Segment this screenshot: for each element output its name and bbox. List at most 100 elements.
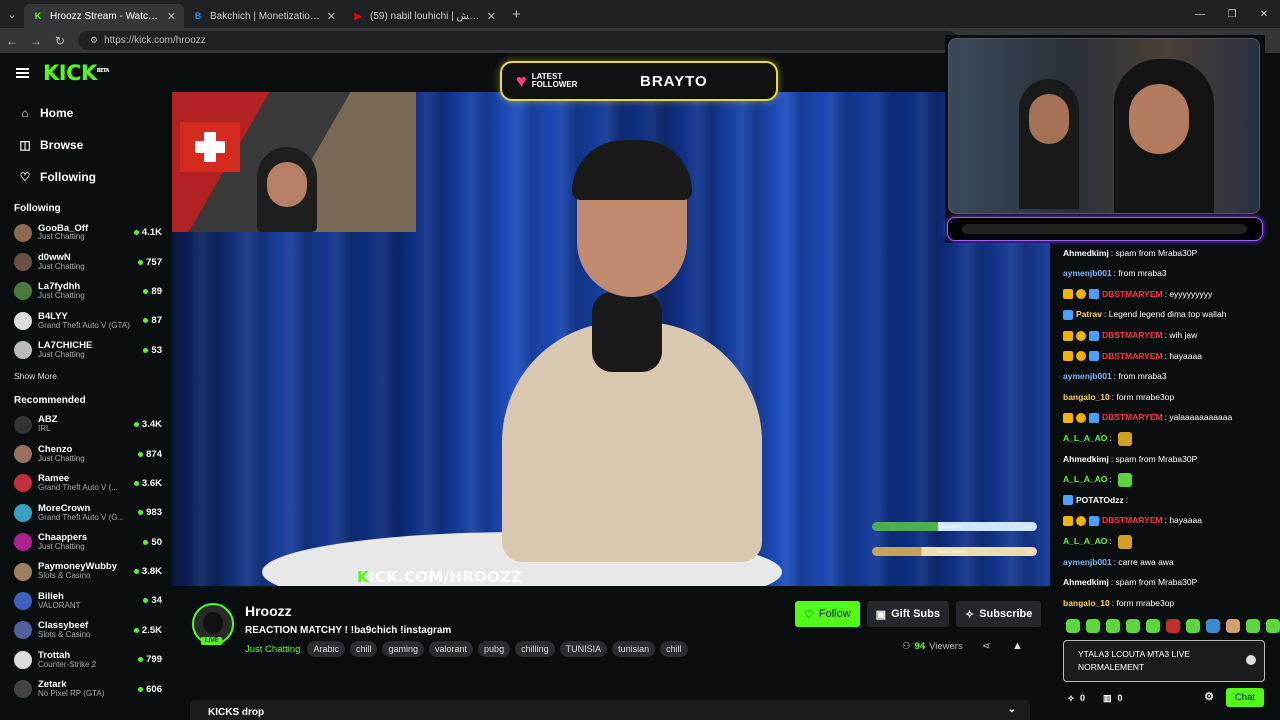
channel-item[interactable]: PaymoneyWubby Slots & Casino 3.8K: [0, 557, 172, 586]
kick-logo[interactable]: KICKBETA: [43, 61, 109, 85]
tab-close-icon[interactable]: ✕: [327, 10, 336, 23]
category-link[interactable]: Just Chatting: [245, 644, 300, 655]
emote-icon[interactable]: [1266, 619, 1280, 633]
chat-username[interactable]: bangalo_10: [1063, 598, 1110, 608]
channel-item[interactable]: Chaappers Just Chatting 50: [0, 528, 172, 557]
send-chat-button[interactable]: Chat: [1225, 688, 1264, 707]
menu-icon[interactable]: [16, 68, 29, 78]
stream-tag[interactable]: pubg: [478, 641, 511, 657]
crown-badge-icon: [1063, 289, 1073, 300]
chat-input[interactable]: YTALA3 LCOUTA MTA3 LIVE NORMALEMENT: [1063, 640, 1265, 682]
channel-item[interactable]: ABZ IRL 3.4K: [0, 410, 172, 439]
new-tab-button[interactable]: +: [512, 6, 521, 23]
channel-item[interactable]: Classybeef Slots & Casino 2.5K: [0, 616, 172, 645]
chat-username[interactable]: Ahmedkimj: [1063, 248, 1109, 258]
reload-icon[interactable]: ↻: [48, 34, 72, 48]
channel-item[interactable]: B4LYY Grand Theft Auto V (GTA) 87: [0, 306, 172, 335]
channel-item[interactable]: Chenzo Just Chatting 874: [0, 439, 172, 468]
chat-settings-icon[interactable]: ⚙: [1204, 690, 1214, 703]
chat-username[interactable]: DBSTMARYEM: [1102, 515, 1163, 525]
kicks-drop-panel[interactable]: KICKS drop ⌄: [190, 700, 1030, 720]
channel-item[interactable]: GooBa_Off Just Chatting 4.1K: [0, 218, 172, 247]
channel-item[interactable]: Zetark No Pixel RP (GTA) 606: [0, 674, 172, 703]
emote-icon[interactable]: [1146, 619, 1160, 633]
stream-actions: ♡ Follow ▣ Gift Subs ✧ Subscribe: [795, 601, 1042, 627]
viewer-count-text: 3.4K: [141, 419, 162, 431]
browser-tab[interactable]: ▶ (59) nabil louhichi | الله ما تساليش ✕: [344, 4, 504, 28]
live-badge: LIVE: [201, 637, 223, 645]
browser-tab[interactable]: B Bakchich | Monetization for african ✕: [184, 4, 344, 28]
chat-username[interactable]: DBSTMARYEM: [1102, 413, 1163, 423]
minimize-icon[interactable]: —: [1184, 0, 1216, 28]
stream-tag[interactable]: gaming: [382, 641, 425, 657]
chat-text: : wih jaw: [1164, 330, 1198, 340]
chat-username[interactable]: aymenjb001: [1063, 268, 1112, 278]
chat-username[interactable]: A_L_A_AO: [1063, 536, 1107, 546]
chat-username[interactable]: Ahmedkimj: [1063, 454, 1109, 464]
chat-username[interactable]: DBSTMARYEM: [1102, 351, 1163, 361]
channel-item[interactable]: Bilieh VALORANT 34: [0, 586, 172, 615]
emote-icon[interactable]: [1086, 619, 1100, 633]
streamer-name[interactable]: Hroozz: [245, 603, 292, 619]
emote-icon[interactable]: [1126, 619, 1140, 633]
chat-username[interactable]: DBSTMARYEM: [1102, 330, 1163, 340]
site-info-icon[interactable]: ⚙: [90, 35, 98, 46]
nav-item-following[interactable]: ♡ Following: [0, 161, 172, 193]
store-icon[interactable]: ▥: [1103, 693, 1112, 704]
emote-icon[interactable]: [1106, 619, 1120, 633]
share-icon[interactable]: ⋖: [982, 641, 990, 652]
maximize-icon[interactable]: ❐: [1216, 0, 1248, 28]
tab-search-icon[interactable]: ⌄: [0, 0, 24, 28]
back-icon[interactable]: ←: [0, 34, 24, 48]
subscribe-button[interactable]: ✧ Subscribe: [955, 601, 1042, 627]
emote-icon[interactable]: [1246, 619, 1260, 633]
gift-subs-button[interactable]: ▣ Gift Subs: [866, 601, 949, 627]
nav-item-browse[interactable]: ◫ Browse: [0, 129, 172, 161]
forward-icon[interactable]: →: [24, 34, 48, 48]
stream-tag[interactable]: TUNISIA: [559, 641, 608, 657]
follow-button[interactable]: ♡ Follow: [795, 601, 860, 627]
chat-username[interactable]: POTATOdzz: [1076, 495, 1124, 505]
nav-item-home[interactable]: ⌂ Home: [0, 97, 172, 129]
chat-username[interactable]: bangalo_10: [1063, 392, 1110, 402]
tab-close-icon[interactable]: ✕: [487, 10, 496, 23]
channel-item[interactable]: MoreCrown Grand Theft Auto V (G... 983: [0, 498, 172, 527]
chevron-down-icon[interactable]: ⌄: [1008, 704, 1016, 715]
chat-username[interactable]: Patrav: [1076, 310, 1102, 320]
channel-item[interactable]: Trottah Counter-Strike 2 799: [0, 645, 172, 674]
chat-username[interactable]: DBSTMARYEM: [1102, 289, 1163, 299]
chat-username[interactable]: A_L_A_AO: [1063, 474, 1107, 484]
emote-icon[interactable]: [1206, 619, 1220, 633]
emote-icon[interactable]: [1066, 619, 1080, 633]
emote-icon[interactable]: [1186, 619, 1200, 633]
channel-category: Slots & Casino: [38, 631, 91, 640]
report-icon[interactable]: ▲: [1012, 640, 1023, 652]
emote-icon[interactable]: [1226, 619, 1240, 633]
url-field[interactable]: ⚙ https://kick.com/hroozz: [78, 31, 958, 50]
show-more-link[interactable]: Show More: [0, 371, 172, 381]
channel-item[interactable]: La7fydhh Just Chatting 89: [0, 277, 172, 306]
points-icon[interactable]: ⟡: [1068, 693, 1074, 704]
channel-item[interactable]: d0wwN Just Chatting 757: [0, 247, 172, 276]
channel-item[interactable]: LA7CHICHE Just Chatting 53: [0, 336, 172, 365]
emote-icon[interactable]: [1166, 619, 1180, 633]
chat-text: : from mraba3: [1113, 371, 1167, 382]
chat-username[interactable]: Ahmedkimj: [1063, 577, 1109, 587]
chat-username[interactable]: aymenjb001: [1063, 557, 1112, 567]
stream-tag[interactable]: chill: [349, 641, 378, 657]
stream-tag[interactable]: valorant: [429, 641, 474, 657]
chat-username[interactable]: A_L_A_AO: [1063, 433, 1107, 443]
video-player[interactable]: KICK.COM/HROOZZ FOLLOWERS 1000 SUBSCRIBER…: [172, 92, 1050, 586]
tab-close-icon[interactable]: ✕: [167, 10, 176, 23]
emoji-picker-icon[interactable]: [1246, 655, 1256, 665]
gift-badge-icon: [1076, 351, 1086, 362]
stream-tag[interactable]: chilling: [515, 641, 555, 657]
channel-item[interactable]: Ramee Grand Theft Auto V (... 3.6K: [0, 469, 172, 498]
stream-tag[interactable]: tunisian: [612, 641, 656, 657]
channel-name: Trottah: [38, 650, 71, 661]
stream-tag[interactable]: Arabic: [307, 641, 345, 657]
stream-tag[interactable]: chill: [660, 641, 688, 657]
chat-username[interactable]: aymenjb001: [1063, 371, 1112, 381]
close-window-icon[interactable]: ✕: [1248, 0, 1280, 28]
browser-tab[interactable]: K Hroozz Stream - Watch Live o ✕: [24, 4, 184, 28]
